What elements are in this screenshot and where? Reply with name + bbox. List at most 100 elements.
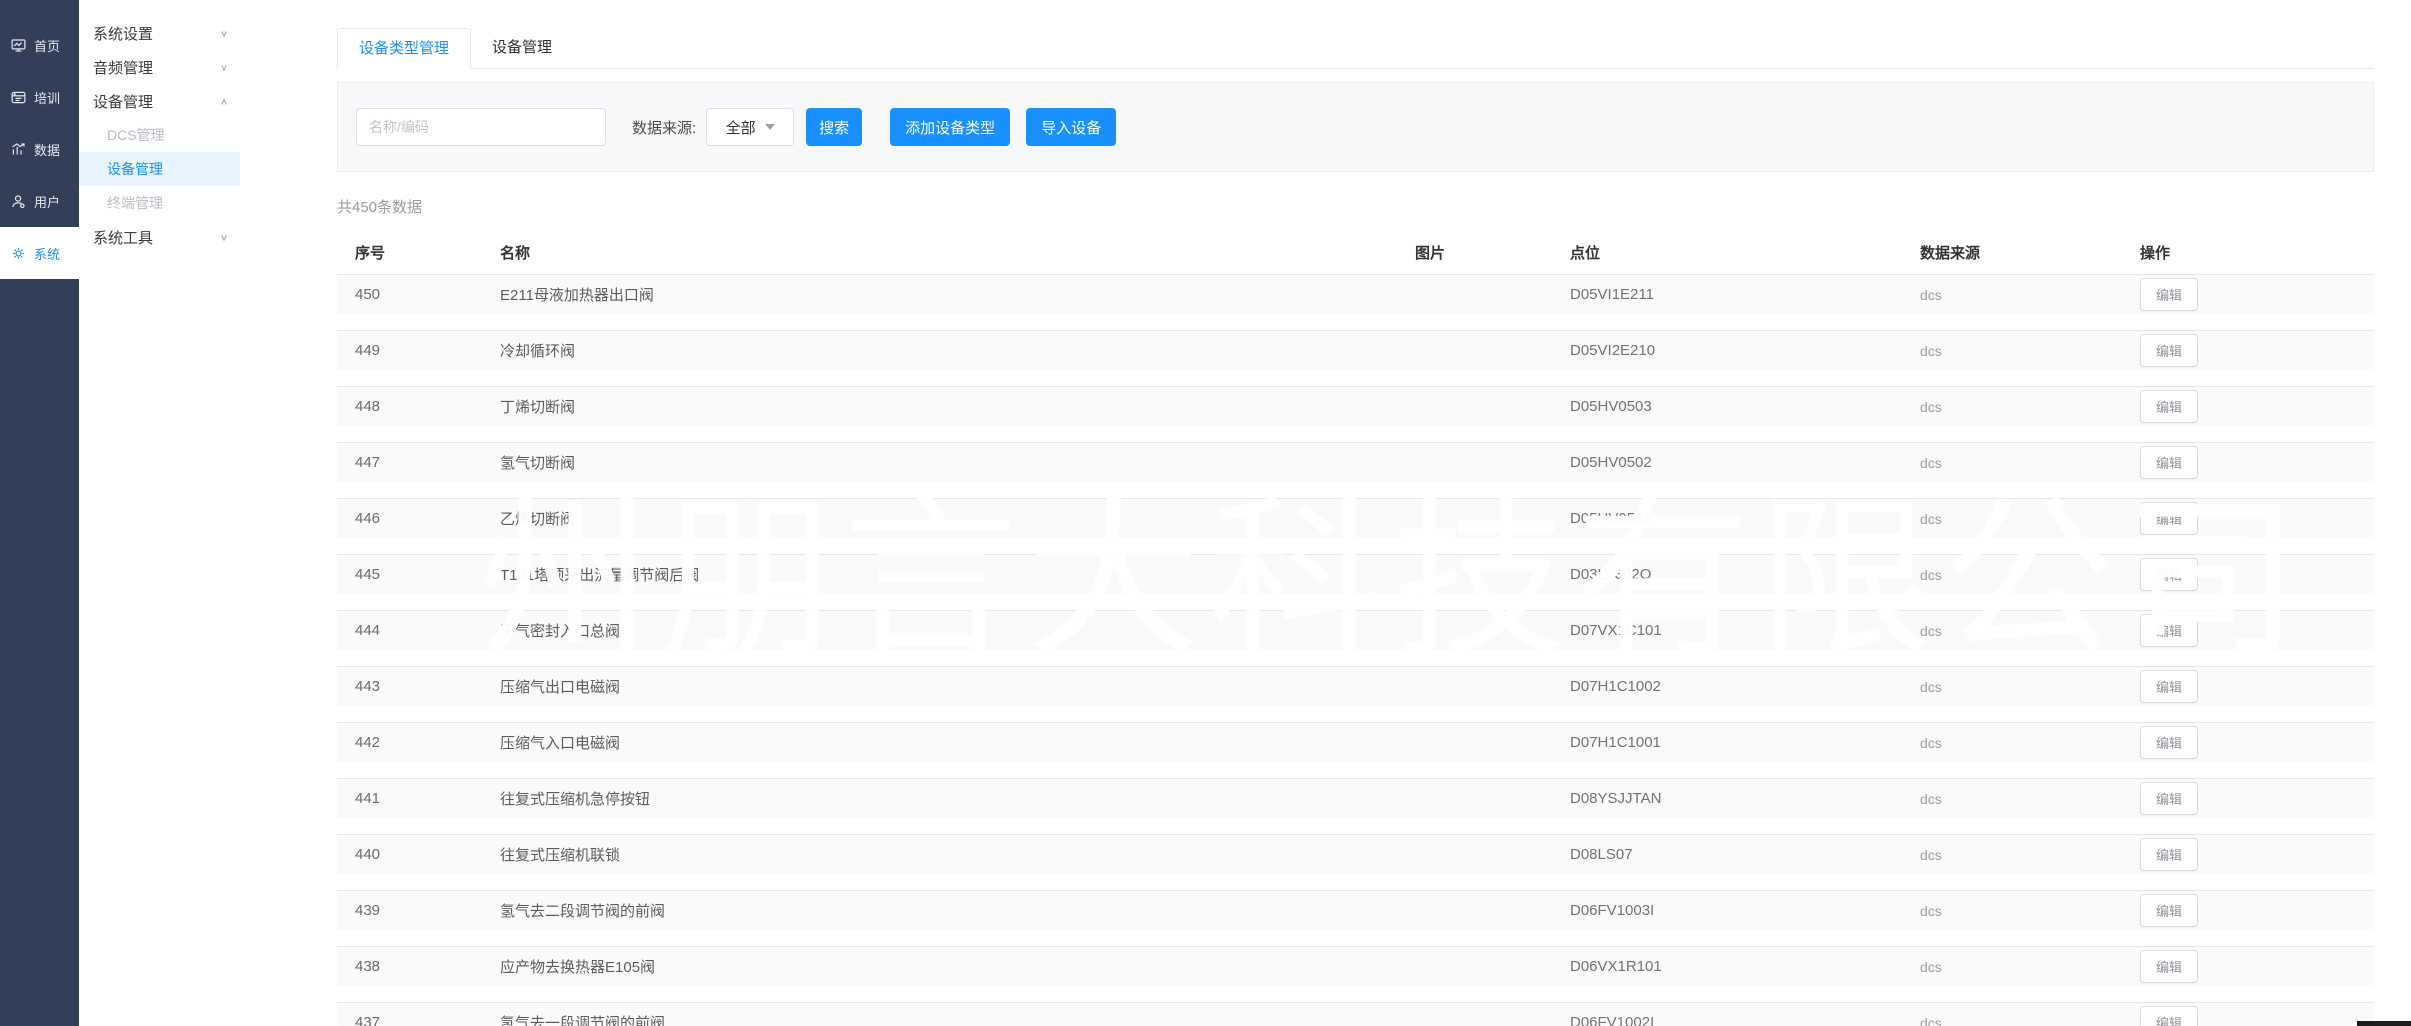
edit-button[interactable]: 编辑 bbox=[2140, 446, 2198, 479]
edit-button[interactable]: 编辑 bbox=[2140, 726, 2198, 759]
device-point: D06VX1R101 bbox=[1552, 958, 1902, 975]
row-number: 442 bbox=[337, 734, 482, 751]
sidebar-item-users[interactable]: 用户 bbox=[0, 175, 79, 227]
menu-group-device[interactable]: 设备管理 ∧ bbox=[79, 84, 240, 118]
device-point: D07VX1C101 bbox=[1552, 622, 1902, 639]
device-name: T101塔顶采出流量调节阀后阀 bbox=[482, 564, 1397, 585]
data-source-value: dcs bbox=[1902, 903, 2122, 919]
action-cell: 编辑 bbox=[2122, 614, 2374, 647]
row-number: 438 bbox=[337, 958, 482, 975]
chevron-up-icon: ∧ bbox=[220, 96, 228, 106]
col-header-no: 序号 bbox=[337, 242, 482, 263]
menu-label: 设备管理 bbox=[93, 91, 153, 112]
action-cell: 编辑 bbox=[2122, 502, 2374, 535]
secondary-sidebar: 系统设置 ∨ 音频管理 ∨ 设备管理 ∧ DCS管理 设备管理 终端管理 系统工… bbox=[79, 0, 240, 1026]
menu-label: 设备管理 bbox=[107, 159, 163, 179]
table-row: 443 压缩气出口电磁阀 D07H1C1002 dcs 编辑 bbox=[337, 666, 2374, 706]
action-cell: 编辑 bbox=[2122, 446, 2374, 479]
data-source-value: dcs bbox=[1902, 399, 2122, 415]
device-name: 应产物去换热器E105阀 bbox=[482, 956, 1397, 977]
edit-button[interactable]: 编辑 bbox=[2140, 1006, 2198, 1026]
device-name: 往复式压缩机联锁 bbox=[482, 844, 1397, 865]
sidebar-item-system[interactable]: 系统 bbox=[0, 227, 79, 279]
tab-device-management[interactable]: 设备管理 bbox=[471, 28, 573, 69]
device-point: D07H1C1002 bbox=[1552, 678, 1902, 695]
action-cell: 编辑 bbox=[2122, 838, 2374, 871]
edit-button[interactable]: 编辑 bbox=[2140, 950, 2198, 983]
table-header: 序号 名称 图片 点位 数据来源 操作 bbox=[337, 230, 2374, 274]
record-count: 共450条数据 bbox=[337, 196, 2374, 217]
edit-button[interactable]: 编辑 bbox=[2140, 838, 2198, 871]
edit-button[interactable]: 编辑 bbox=[2140, 782, 2198, 815]
col-header-name: 名称 bbox=[482, 242, 1397, 263]
sidebar-item-label: 用户 bbox=[34, 192, 60, 211]
tab-device-type-management[interactable]: 设备类型管理 bbox=[337, 28, 471, 69]
users-icon bbox=[10, 193, 27, 210]
training-icon bbox=[10, 89, 27, 106]
menu-label: 系统工具 bbox=[93, 227, 153, 248]
sidebar-item-label: 系统 bbox=[34, 244, 60, 263]
filter-bar: 数据来源: 全部 搜索 添加设备类型 导入设备 bbox=[337, 82, 2374, 172]
row-number: 450 bbox=[337, 286, 482, 303]
data-source-value: dcs bbox=[1902, 567, 2122, 583]
row-number: 446 bbox=[337, 510, 482, 527]
menu-item-dcs[interactable]: DCS管理 bbox=[79, 118, 240, 152]
col-header-image: 图片 bbox=[1397, 242, 1552, 263]
table-row: 442 压缩气入口电磁阀 D07H1C1001 dcs 编辑 bbox=[337, 722, 2374, 762]
row-number: 441 bbox=[337, 790, 482, 807]
device-point: D06FV1002I bbox=[1552, 1014, 1902, 1026]
table-row: 449 冷却循环阀 D05VI2E210 dcs 编辑 bbox=[337, 330, 2374, 370]
device-name: 氢气去一段调节阀的前阀 bbox=[482, 1012, 1397, 1026]
data-source-value: dcs bbox=[1902, 791, 2122, 807]
action-cell: 编辑 bbox=[2122, 782, 2374, 815]
row-number: 445 bbox=[337, 566, 482, 583]
table-row: 447 氢气切断阀 D05HV0502 dcs 编辑 bbox=[337, 442, 2374, 482]
import-device-button[interactable]: 导入设备 bbox=[1026, 108, 1116, 146]
app-window: 首页 培训 数据 用户 bbox=[0, 0, 2411, 1026]
data-source-value: dcs bbox=[1902, 1015, 2122, 1026]
edit-button[interactable]: 编辑 bbox=[2140, 334, 2198, 367]
tab-bar: 设备类型管理 设备管理 bbox=[337, 28, 2374, 69]
scrollbar-fragment[interactable] bbox=[2357, 1021, 2411, 1026]
edit-button[interactable]: 编辑 bbox=[2140, 278, 2198, 311]
action-cell: 编辑 bbox=[2122, 726, 2374, 759]
data-source-value: dcs bbox=[1902, 511, 2122, 527]
data-source-value: dcs bbox=[1902, 735, 2122, 751]
menu-group-tools[interactable]: 系统工具 ∨ bbox=[79, 220, 240, 254]
row-number: 448 bbox=[337, 398, 482, 415]
primary-sidebar: 首页 培训 数据 用户 bbox=[0, 0, 79, 1026]
edit-button[interactable]: 编辑 bbox=[2140, 894, 2198, 927]
device-name: 往复式压缩机急停按钮 bbox=[482, 788, 1397, 809]
sidebar-item-training[interactable]: 培训 bbox=[0, 71, 79, 123]
data-source-value: dcs bbox=[1902, 959, 2122, 975]
table-row: 438 应产物去换热器E105阀 D06VX1R101 dcs 编辑 bbox=[337, 946, 2374, 986]
device-point: D06FV1003I bbox=[1552, 902, 1902, 919]
menu-group-system-settings[interactable]: 系统设置 ∨ bbox=[79, 16, 240, 50]
edit-button[interactable]: 编辑 bbox=[2140, 614, 2198, 647]
device-name: 乙烯切断阀 bbox=[482, 508, 1397, 529]
device-point: D07H1C1001 bbox=[1552, 734, 1902, 751]
search-input[interactable] bbox=[356, 108, 606, 146]
sidebar-item-label: 首页 bbox=[34, 36, 60, 55]
device-point: D08YSJJTAN bbox=[1552, 790, 1902, 807]
edit-button[interactable]: 编辑 bbox=[2140, 502, 2198, 535]
menu-item-device-management[interactable]: 设备管理 bbox=[79, 152, 240, 186]
edit-button[interactable]: 编辑 bbox=[2140, 390, 2198, 423]
action-cell: 编辑 bbox=[2122, 670, 2374, 703]
menu-group-audio[interactable]: 音频管理 ∨ bbox=[79, 50, 240, 84]
edit-button[interactable]: 编辑 bbox=[2140, 558, 2198, 591]
data-source-select[interactable]: 全部 bbox=[706, 108, 794, 146]
chevron-down-icon bbox=[765, 124, 775, 130]
edit-button[interactable]: 编辑 bbox=[2140, 670, 2198, 703]
menu-item-terminal[interactable]: 终端管理 bbox=[79, 186, 240, 220]
col-header-action: 操作 bbox=[2122, 242, 2374, 263]
col-header-point: 点位 bbox=[1552, 242, 1902, 263]
sidebar-item-data[interactable]: 数据 bbox=[0, 123, 79, 175]
device-point: D05VI2E210 bbox=[1552, 342, 1902, 359]
table-row: 439 氢气去二段调节阀的前阀 D06FV1003I dcs 编辑 bbox=[337, 890, 2374, 930]
search-button[interactable]: 搜索 bbox=[806, 108, 862, 146]
chevron-down-icon: ∨ bbox=[220, 28, 228, 38]
chevron-down-icon: ∨ bbox=[220, 62, 228, 72]
add-device-type-button[interactable]: 添加设备类型 bbox=[890, 108, 1010, 146]
sidebar-item-home[interactable]: 首页 bbox=[0, 19, 79, 71]
